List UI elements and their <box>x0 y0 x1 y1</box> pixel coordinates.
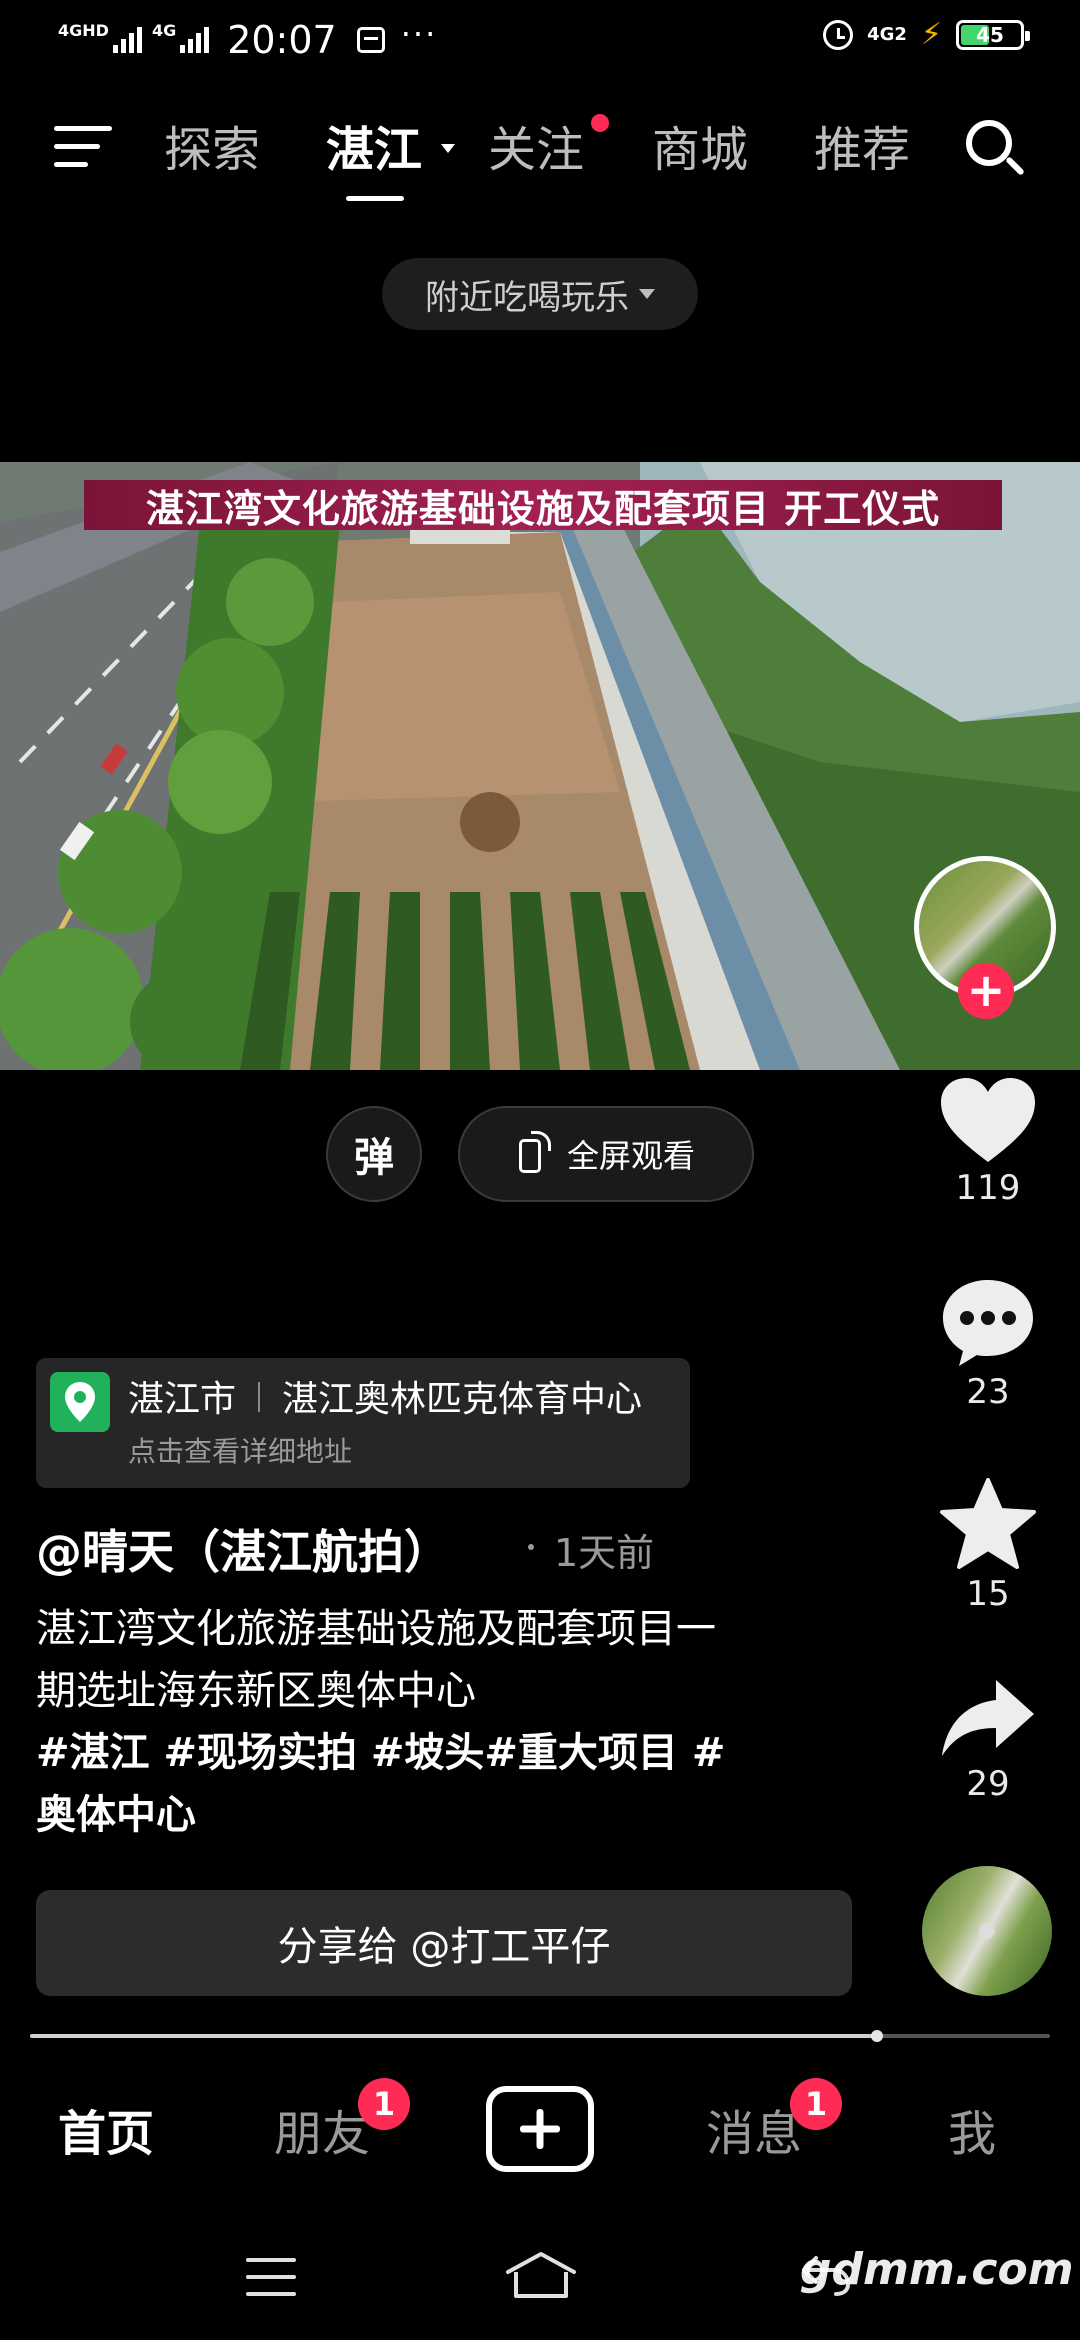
comment-count: 23 <box>966 1372 1010 1412</box>
music-disc[interactable] <box>922 1866 1052 1996</box>
tab-zhanjiang[interactable]: 湛江 <box>326 118 422 182</box>
location-city: 湛江市 <box>128 1379 237 1420</box>
location-card[interactable]: 湛江市 湛江奥林匹克体育中心 点击查看详细地址 <box>36 1358 690 1488</box>
nav-me[interactable]: 我 <box>948 2094 996 2164</box>
share-button[interactable]: 29 <box>930 1676 1046 1804</box>
tab-explore[interactable]: 探索 <box>164 118 260 182</box>
system-home-icon[interactable] <box>504 2250 578 2300</box>
desc-line-1: 湛江湾文化旅游基础设施及配套项目一 <box>36 1606 716 1652</box>
chevron-down-icon <box>639 289 655 299</box>
like-button[interactable]: 119 <box>930 1076 1046 1208</box>
chevron-down-icon[interactable] <box>441 144 455 153</box>
rotate-screen-icon <box>517 1131 551 1177</box>
status-right: 4G2 ⚡ 45 <box>823 17 1030 52</box>
author-name[interactable]: @晴天（湛江航拍） <box>36 1516 450 1582</box>
share-to-friend-button[interactable]: 分享给 @打工平仔 <box>36 1890 852 1996</box>
heart-icon <box>930 1076 1046 1164</box>
share-arrow-icon <box>930 1676 1046 1760</box>
desc-line-2: 期选址海东新区奥体中心 <box>36 1668 476 1714</box>
nav-friends[interactable]: 朋友 <box>274 2094 370 2164</box>
signal-bars-2-icon <box>180 27 210 53</box>
network-label-1: 4GHD <box>58 21 109 40</box>
friends-badge: 1 <box>358 2078 410 2130</box>
location-hint: 点击查看详细地址 <box>128 1435 353 1468</box>
sim-card-icon <box>356 27 385 53</box>
location-separator <box>258 1382 260 1412</box>
watermark: gdmm.com <box>800 2244 1074 2295</box>
nearby-filter-button[interactable]: 附近吃喝玩乐 <box>382 258 698 330</box>
video-frame <box>0 462 1080 1070</box>
star-icon <box>930 1478 1046 1570</box>
hashtags-line-1[interactable]: #湛江 #现场实拍 #坡头#重大项目 # <box>36 1722 836 1784</box>
following-notification-dot <box>591 114 609 132</box>
status-bar: 4GHD 4G 20:07 ··· 4G2 ⚡ 45 <box>0 0 1080 80</box>
hashtags-line-2[interactable]: 奥体中心 <box>36 1784 836 1846</box>
battery-icon: 45 <box>956 20 1030 50</box>
alarm-icon <box>823 20 854 50</box>
post-description[interactable]: 湛江湾文化旅游基础设施及配套项目一 期选址海东新区奥体中心 #湛江 #现场实拍 … <box>36 1598 836 1846</box>
network-indicator-2: 4G <box>152 23 210 53</box>
post-time: 1天前 <box>554 1531 655 1575</box>
clock: 20:07 <box>227 18 337 62</box>
favorite-button[interactable]: 15 <box>930 1478 1046 1614</box>
charging-icon: ⚡ <box>920 17 942 52</box>
create-button[interactable] <box>486 2086 594 2172</box>
tab-following[interactable]: 关注 <box>488 118 584 182</box>
menu-icon[interactable] <box>54 126 112 172</box>
fullscreen-button[interactable]: 全屏观看 <box>458 1106 754 1202</box>
active-tab-indicator <box>346 196 404 201</box>
location-place: 湛江奥林匹克体育中心 <box>282 1379 643 1420</box>
signal-bars-icon <box>112 27 142 53</box>
nav-home[interactable]: 首页 <box>58 2094 154 2164</box>
cellular-label: 4G2 <box>867 24 907 45</box>
search-icon[interactable] <box>966 120 1028 182</box>
progress-fill <box>30 2034 877 2038</box>
comment-icon <box>930 1276 1046 1368</box>
tab-mall[interactable]: 商城 <box>652 118 748 182</box>
share-count: 29 <box>966 1764 1010 1804</box>
follow-plus-button[interactable]: + <box>958 963 1014 1019</box>
video-banner: 湛江湾文化旅游基础设施及配套项目 开工仪式 <box>84 480 1002 531</box>
fullscreen-label: 全屏观看 <box>566 1137 695 1175</box>
tab-recommend[interactable]: 推荐 <box>814 118 910 182</box>
system-menu-icon[interactable] <box>246 2258 296 2296</box>
time-separator-dot <box>528 1544 534 1550</box>
location-pin-icon <box>50 1372 110 1432</box>
progress-knob[interactable] <box>871 2030 883 2042</box>
favorite-count: 15 <box>966 1574 1010 1614</box>
network-indicator-1: 4GHD <box>58 23 142 53</box>
status-left: 4GHD 4G 20:07 ··· <box>58 15 438 62</box>
danmu-toggle-button[interactable]: 弹 <box>326 1106 422 1202</box>
share-to-friend-label: 分享给 @打工平仔 <box>277 1924 611 1970</box>
battery-level: 45 <box>976 23 1004 47</box>
more-status-icon: ··· <box>400 15 438 53</box>
like-count: 119 <box>955 1168 1021 1208</box>
network-label-2: 4G <box>151 21 177 40</box>
danmu-label: 弹 <box>354 1135 394 1181</box>
messages-badge: 1 <box>790 2078 842 2130</box>
video-player[interactable]: 湛江湾文化旅游基础设施及配套项目 开工仪式 <box>0 462 1080 1070</box>
comment-button[interactable]: 23 <box>930 1276 1046 1412</box>
nearby-filter-label: 附近吃喝玩乐 <box>425 277 629 318</box>
nav-messages[interactable]: 消息 <box>706 2094 802 2164</box>
